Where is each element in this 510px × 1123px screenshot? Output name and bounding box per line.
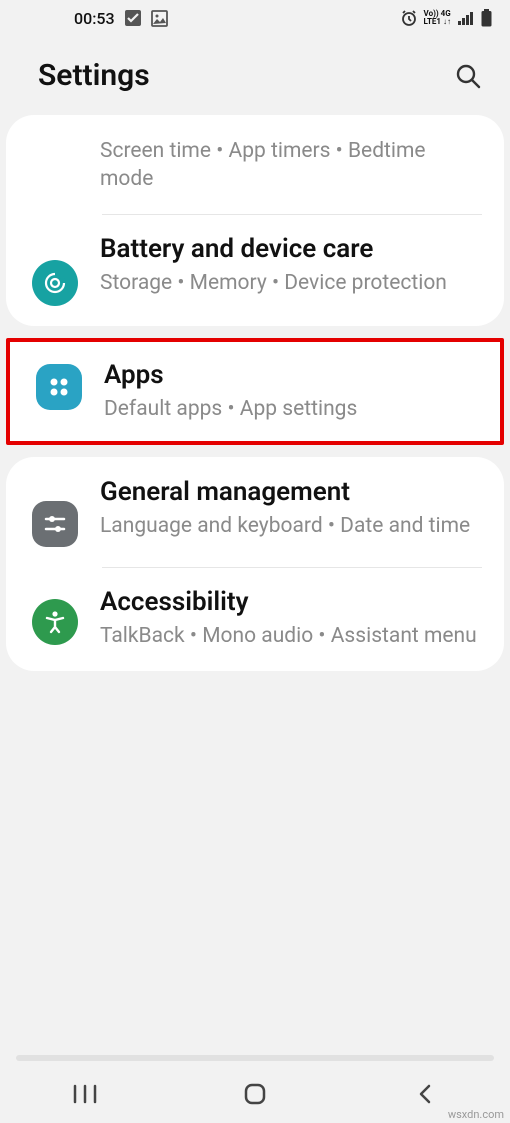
image-icon: [151, 10, 168, 27]
settings-item-subtitle: TalkBack • Mono audio • Assistant menu: [100, 622, 482, 650]
navigation-bar: [0, 1065, 510, 1123]
highlight-box: Apps Default apps • App settings: [6, 338, 504, 446]
settings-item-digital-wellbeing[interactable]: Screen time • App timers • Bedtime mode: [6, 115, 504, 214]
accessibility-icon: [32, 599, 78, 645]
battery-icon: [481, 9, 492, 27]
nav-home-button[interactable]: [234, 1073, 276, 1115]
settings-item-subtitle: Storage • Memory • Device protection: [100, 269, 482, 297]
settings-item-accessibility[interactable]: Accessibility TalkBack • Mono audio • As…: [6, 567, 504, 671]
status-bar: 00:53 Vo)) 4GLTE1 ↓↑: [0, 0, 510, 36]
settings-card-1: Screen time • App timers • Bedtime mode …: [6, 115, 504, 326]
settings-card-2: General management Language and keyboard…: [6, 457, 504, 671]
status-time: 00:53: [74, 9, 115, 28]
signal-icon: [457, 10, 475, 26]
alarm-icon: [400, 9, 418, 27]
settings-item-title: Apps: [104, 360, 478, 391]
settings-item-battery-care[interactable]: Battery and device care Storage • Memory…: [6, 214, 504, 326]
search-icon[interactable]: [454, 62, 482, 90]
network-type-label: Vo)) 4GLTE1 ↓↑: [424, 10, 451, 26]
settings-item-title: General management: [100, 477, 482, 508]
settings-item-title: Battery and device care: [100, 234, 482, 265]
settings-item-subtitle: Screen time • App timers • Bedtime mode: [100, 137, 482, 194]
nav-back-button[interactable]: [404, 1073, 446, 1115]
watermark: wsxdn.com: [448, 1108, 504, 1121]
apps-icon: [36, 364, 82, 410]
settings-item-subtitle: Language and keyboard • Date and time: [100, 512, 482, 540]
nav-recent-button[interactable]: [64, 1073, 106, 1115]
battery-care-icon: [32, 260, 78, 306]
scrollbar-horizontal[interactable]: [16, 1055, 494, 1061]
settings-item-apps[interactable]: Apps Default apps • App settings: [10, 342, 500, 442]
general-management-icon: [32, 501, 78, 547]
settings-item-subtitle: Default apps • App settings: [104, 395, 478, 423]
settings-item-title: Accessibility: [100, 587, 482, 618]
header: Settings: [0, 36, 510, 115]
checkbox-icon: [125, 10, 141, 26]
settings-item-general-management[interactable]: General management Language and keyboard…: [6, 457, 504, 567]
page-title: Settings: [38, 58, 150, 93]
